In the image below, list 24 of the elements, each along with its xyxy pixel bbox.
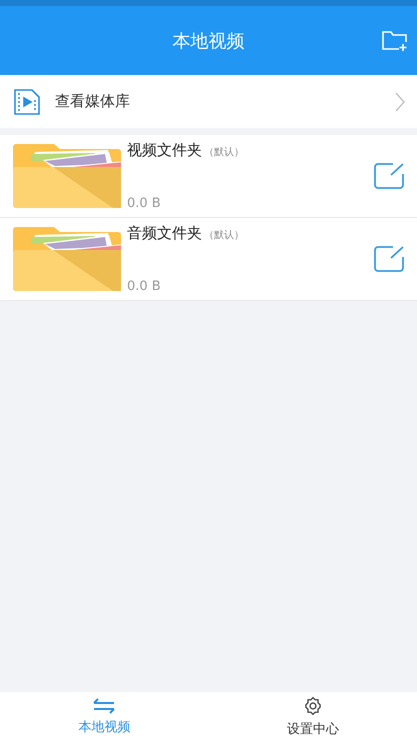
folder-name: 视频文件夹: [127, 141, 202, 160]
folder-row[interactable]: 视频文件夹（默认） 0.0 B: [0, 135, 417, 218]
nav-tab[interactable]: 设置中心: [208, 692, 417, 741]
new-folder-button[interactable]: [381, 30, 409, 52]
folder-icon: [13, 227, 121, 291]
chevron-right-icon: [395, 92, 405, 112]
folder-size: 0.0 B: [127, 279, 162, 294]
video-file-icon: [13, 88, 41, 116]
folder-row[interactable]: 音频文件夹（默认） 0.0 B: [0, 218, 417, 301]
folder-size: 0.0 B: [127, 196, 162, 211]
edit-button[interactable]: [373, 162, 405, 190]
edit-button[interactable]: [373, 245, 405, 273]
edit-icon: [373, 162, 405, 190]
settings-icon: [302, 696, 323, 716]
default-tag: （默认）: [204, 228, 244, 242]
page-title: 本地视频: [172, 30, 244, 52]
default-tag: （默认）: [204, 145, 244, 159]
swap-icon: [92, 698, 116, 714]
media-library-row[interactable]: 查看媒体库: [0, 75, 417, 128]
edit-icon: [373, 245, 405, 273]
folder-plus-icon: [381, 30, 409, 52]
folder-name: 音频文件夹: [127, 224, 202, 243]
media-library-label: 查看媒体库: [55, 92, 131, 111]
folder-icon: [13, 144, 121, 208]
